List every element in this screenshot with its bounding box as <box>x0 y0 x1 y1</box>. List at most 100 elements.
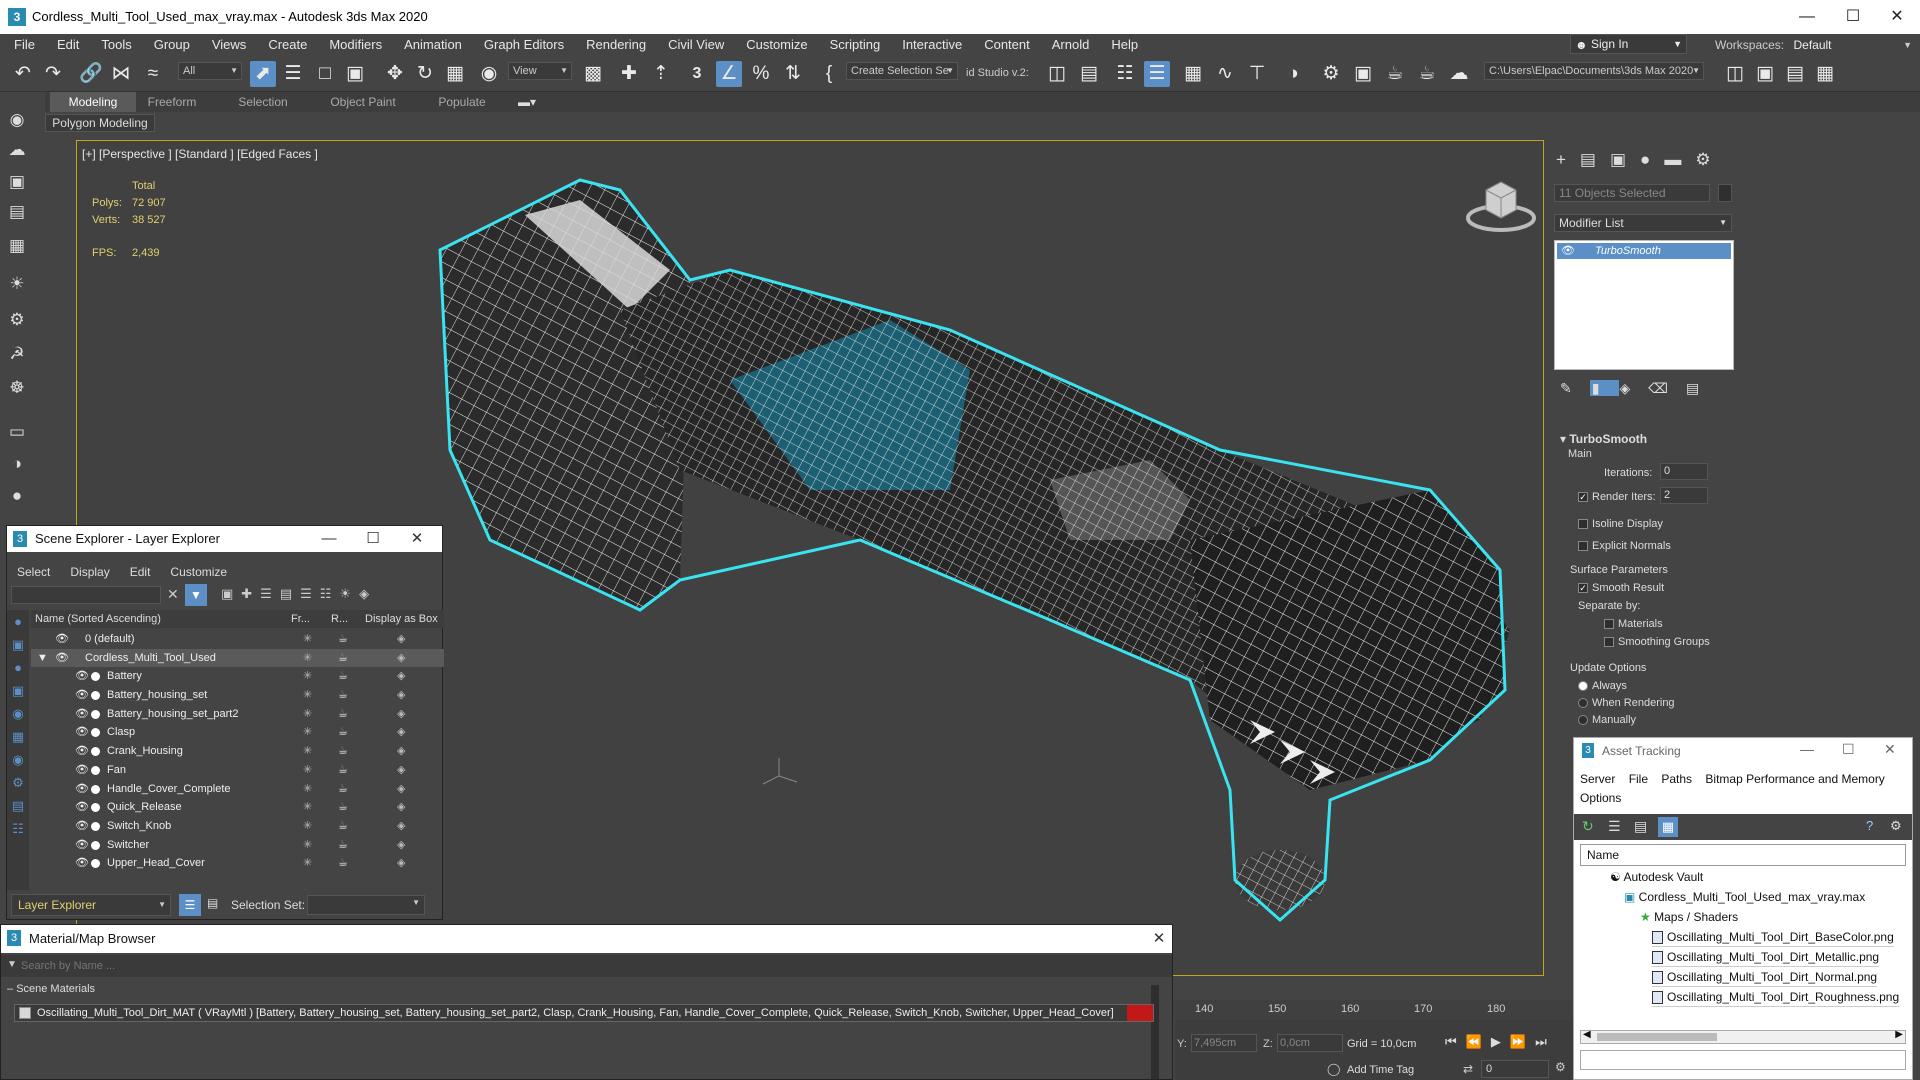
asset-item-texture[interactable]: Oscillating_Multi_Tool_Dirt_Normal.png <box>1652 968 1878 987</box>
render-iterative-icon[interactable]: ☕ <box>1414 61 1440 87</box>
graphite-icon[interactable]: ▦ <box>1180 61 1206 87</box>
menu-content[interactable]: Content <box>973 34 1041 56</box>
list-item[interactable]: 👁 Switch_Knob ✳ ☕ ◈ <box>31 817 444 836</box>
workspaces-selector[interactable]: Workspaces: Default ▼ <box>1715 34 1920 56</box>
scene-explorer-toolbar[interactable]: ▣✚☰▤☰☷☀◈ <box>221 586 377 602</box>
toggle-ribbon-icon[interactable]: ☰ <box>1144 61 1170 87</box>
scene-search-input[interactable] <box>11 586 161 604</box>
menu-options[interactable]: Options <box>1580 791 1621 805</box>
system-icon[interactable]: ☸ <box>5 376 29 400</box>
box-icon[interactable]: ◈ <box>397 667 405 686</box>
stack-item-turbosmooth[interactable]: 👁 TurboSmooth <box>1557 243 1731 259</box>
unlink-icon[interactable]: ⋈ <box>108 61 134 87</box>
tab-populate[interactable]: Populate <box>422 92 502 112</box>
list-item[interactable]: 👁 Fan ✳ ☕ ◈ <box>31 761 444 780</box>
filter-icon[interactable]: ▼ <box>185 584 207 606</box>
tab-selection[interactable]: Selection <box>222 92 304 112</box>
grid-view-icon[interactable]: ▦ <box>1658 817 1678 837</box>
box-icon[interactable]: ◈ <box>397 705 405 724</box>
eye-icon[interactable]: 👁 <box>75 780 89 799</box>
track-bar[interactable]: 140 150 160 170 180 <box>1175 1000 1575 1020</box>
rectangle-selection-icon[interactable]: □ <box>312 61 338 87</box>
spinner-snap-icon[interactable]: ⇅ <box>780 61 806 87</box>
align-icon[interactable]: ▤ <box>1076 61 1102 87</box>
render-teapot-icon[interactable]: ☕ <box>338 667 348 686</box>
menu-create[interactable]: Create <box>257 34 318 56</box>
list-item[interactable]: 👁 Switcher ✳ ☕ ◈ <box>31 836 444 855</box>
create-icon[interactable]: ◉ <box>5 108 29 132</box>
freeze-icon[interactable]: ✳ <box>303 836 312 855</box>
angle-snap-icon[interactable]: ∠ <box>716 61 742 87</box>
layer-manager-icon[interactable]: ☷ <box>1112 61 1138 87</box>
add-time-tag-label[interactable]: Add Time Tag <box>1347 1064 1414 1076</box>
menu-edit[interactable]: Edit <box>120 560 161 584</box>
z-coordinate-field[interactable]: 0,0cm <box>1277 1034 1343 1052</box>
chevron-right-icon[interactable]: ▶ <box>1895 1029 1903 1040</box>
ribbon-options-icon[interactable]: ▬▾ <box>512 92 542 112</box>
table-view-icon[interactable]: ▤ <box>1634 818 1647 835</box>
time-config-icon[interactable]: ⚙ <box>1555 1060 1566 1074</box>
chevron-down-icon[interactable]: ▼ <box>7 959 17 970</box>
render-teapot-icon[interactable]: ☕ <box>338 723 348 742</box>
plane-icon[interactable]: ▭ <box>5 420 29 444</box>
menu-display[interactable]: Display <box>60 560 119 584</box>
light-icon[interactable]: ☀ <box>5 272 29 296</box>
eye-icon[interactable]: 👁 <box>75 836 89 855</box>
menu-graph-editors[interactable]: Graph Editors <box>473 34 575 56</box>
list-item[interactable]: 👁 0 (default) ✳ ☕ ◈ <box>31 630 444 649</box>
column-name[interactable]: Name (Sorted Ascending) <box>35 610 161 628</box>
tab-object-paint[interactable]: Object Paint <box>318 92 408 112</box>
eye-icon[interactable]: 👁 <box>55 649 69 668</box>
render-teapot-icon[interactable]: ☕ <box>338 780 348 799</box>
box-icon[interactable]: ◈ <box>397 836 405 855</box>
when-rendering-radio[interactable]: When Rendering <box>1578 697 1675 709</box>
asset-tracking-titlebar[interactable]: 3 Asset Tracking — ☐ ✕ <box>1574 738 1912 764</box>
utilities-icon[interactable]: ▤ <box>5 200 29 224</box>
asset-name-column[interactable]: Name <box>1580 844 1906 866</box>
smooth-result-checkbox[interactable]: ✓ Smooth Result <box>1578 582 1664 594</box>
asset-item-texture[interactable]: Oscillating_Multi_Tool_Dirt_BaseColor.pn… <box>1652 928 1894 947</box>
object-name-field[interactable]: 11 Objects Selected <box>1554 184 1710 202</box>
sign-in-button[interactable]: ☻ Sign In ▼ <box>1570 34 1687 54</box>
percent-snap-icon[interactable]: % <box>748 61 774 87</box>
material-list-item[interactable]: Oscillating_Multi_Tool_Dirt_MAT ( VRayMt… <box>14 1004 1154 1022</box>
tab-modeling[interactable]: Modeling <box>50 92 136 112</box>
eye-icon[interactable]: 👁 <box>75 723 89 742</box>
list-item[interactable]: 👁 Handle_Cover_Complete ✳ ☕ ◈ <box>31 780 444 799</box>
redo-icon[interactable]: ↷ <box>40 61 66 87</box>
render-cloud-icon[interactable]: ☁ <box>1446 61 1472 87</box>
box-icon[interactable]: ◈ <box>397 742 405 761</box>
menu-select[interactable]: Select <box>7 560 60 584</box>
always-radio[interactable]: Always <box>1578 680 1627 692</box>
asset-item-max-file[interactable]: ▣ Cordless_Multi_Tool_Used_max_vray.max <box>1624 888 1865 907</box>
menu-customize[interactable]: Customize <box>160 560 237 584</box>
render-teapot-icon[interactable]: ☕ <box>338 761 348 780</box>
project-path-dropdown[interactable]: C:\Users\Elpac\Documents\3ds Max 2020 ▼ <box>1484 62 1704 80</box>
menu-file[interactable]: File <box>1629 772 1648 786</box>
command-panel-tabs[interactable]: +▤▣●▬⚙ <box>1556 150 1725 170</box>
render-teapot-icon[interactable]: ☕ <box>338 630 348 649</box>
render-teapot-icon[interactable]: ☕ <box>338 798 348 817</box>
mirror-icon[interactable]: ◫ <box>1044 61 1070 87</box>
asset-item-maps[interactable]: ★ Maps / Shaders <box>1640 908 1738 927</box>
undo-icon[interactable]: ↶ <box>10 61 36 87</box>
list-item[interactable]: 👁 Battery ✳ ☕ ◈ <box>31 667 444 686</box>
current-frame-field[interactable]: 0 <box>1481 1060 1549 1078</box>
named-selection-set-dropdown[interactable]: Create Selection Se ▼ <box>846 62 958 80</box>
smoothing-groups-checkbox[interactable]: Smoothing Groups <box>1604 636 1710 648</box>
menu-arnold[interactable]: Arnold <box>1041 34 1101 56</box>
rendered-frame-icon[interactable]: ▣ <box>1350 61 1376 87</box>
box-icon[interactable]: ◈ <box>397 630 405 649</box>
help-icon[interactable]: ? <box>1866 818 1873 833</box>
render-teapot-icon[interactable]: ☕ <box>338 854 348 873</box>
time-tag-icon[interactable]: ◯ <box>1327 1062 1340 1076</box>
render-setup-icon[interactable]: ⚙ <box>1318 61 1344 87</box>
save-project-icon[interactable]: ▤ <box>1782 61 1808 87</box>
selection-set-dropdown[interactable]: ▼ <box>307 895 425 915</box>
isoline-display-checkbox[interactable]: Isoline Display <box>1578 518 1663 530</box>
asset-item-texture[interactable]: Oscillating_Multi_Tool_Dirt_Roughness.pn… <box>1652 988 1900 1007</box>
render-iters-spinner[interactable]: 2 <box>1660 487 1708 504</box>
render-teapot-icon[interactable]: ☕ <box>338 742 348 761</box>
menu-group[interactable]: Group <box>143 34 201 56</box>
snap-3d-icon[interactable]: 3 <box>684 61 710 87</box>
